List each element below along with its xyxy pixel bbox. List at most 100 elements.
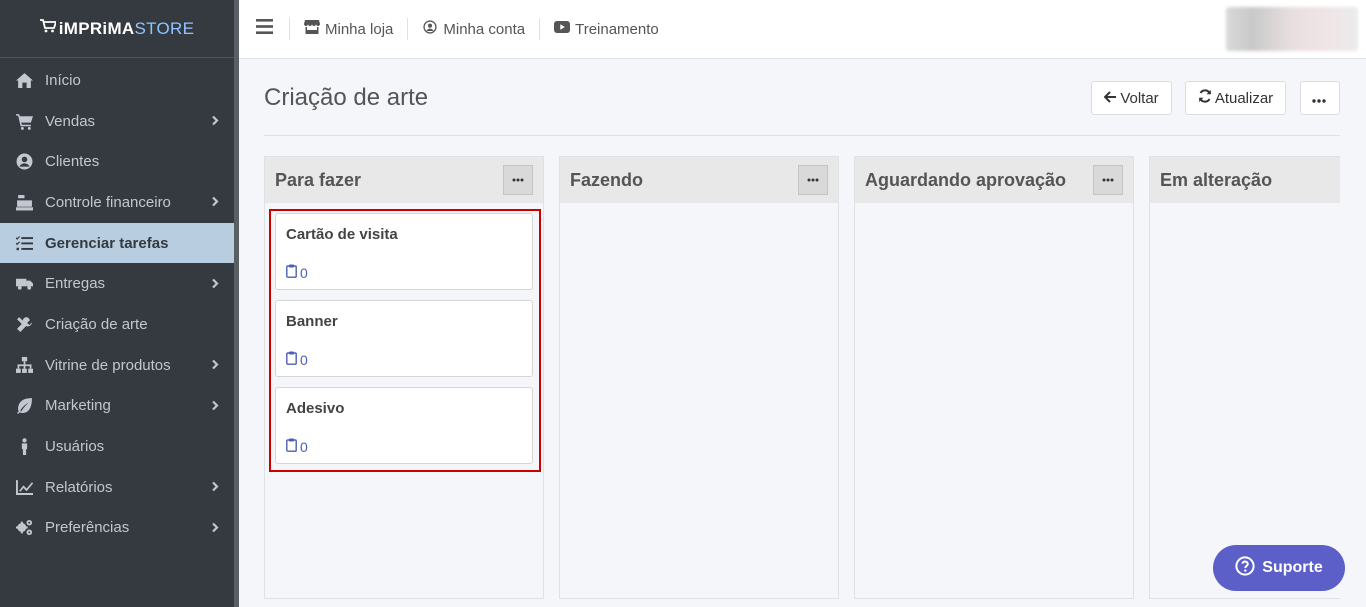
sidebar-item-label: Início: [45, 71, 81, 89]
column-menu-button[interactable]: [503, 165, 533, 195]
column-header: Para fazer: [265, 157, 543, 203]
task-card-count-value: 0: [300, 438, 308, 455]
column-header: Aguardando aprovação: [855, 157, 1133, 203]
task-card-title: Cartão de visita: [286, 226, 398, 243]
sidebar-item-clientes[interactable]: Clientes: [0, 141, 234, 182]
kanban-column-em-alteracao: Em alteração: [1149, 156, 1340, 599]
page-title: Criação de arte: [264, 84, 429, 111]
truck-icon: [14, 275, 34, 292]
chevron-right-icon: [210, 519, 220, 536]
sync-icon: [1198, 89, 1215, 107]
chevron-right-icon: [210, 397, 220, 414]
cash-register-icon: [14, 194, 34, 211]
chevron-right-icon: [210, 275, 220, 292]
task-card-count[interactable]: 0: [286, 351, 308, 368]
user-circle-icon: [422, 20, 443, 38]
sidebar-item-criacao-de-arte[interactable]: Criação de arte: [0, 304, 234, 345]
sidebar-edge: [234, 0, 239, 607]
ellipsis-icon: [807, 178, 819, 182]
task-card-count[interactable]: 0: [286, 438, 308, 455]
brand-suffix: STORE: [134, 18, 195, 38]
chevron-right-icon: [210, 194, 220, 211]
task-card[interactable]: Cartão de visita 0: [275, 213, 533, 290]
back-button-label: Voltar: [1120, 89, 1159, 107]
cart-icon: [14, 113, 34, 130]
column-header: Em alteração: [1150, 157, 1340, 203]
column-title: Fazendo: [570, 169, 644, 190]
chevron-right-icon: [210, 357, 220, 374]
topbar-link-label: Minha loja: [325, 20, 394, 38]
topbar-link-treinamento[interactable]: Treinamento: [539, 18, 673, 40]
topbar-link-minha-loja[interactable]: Minha loja: [289, 18, 407, 40]
task-card-title: Banner: [286, 313, 338, 330]
logo-cart-icon: [39, 19, 57, 38]
store-icon: [304, 20, 325, 38]
sidebar-item-label: Preferências: [45, 519, 130, 537]
tasks-icon: [14, 235, 34, 252]
ellipsis-icon: [512, 178, 524, 182]
sidebar-item-inicio[interactable]: Início: [0, 60, 234, 101]
task-card-title: Adesivo: [286, 400, 345, 417]
column-title: Aguardando aprovação: [865, 169, 1067, 190]
topbar-link-minha-conta[interactable]: Minha conta: [407, 18, 539, 40]
column-menu-button[interactable]: [798, 165, 828, 195]
task-card-count-value: 0: [300, 264, 308, 281]
brand-logo[interactable]: iMPRiMA STORE: [0, 0, 234, 58]
topbar-link-label: Minha conta: [443, 20, 526, 38]
chevron-right-icon: [210, 479, 220, 496]
support-button-label: Suporte: [1262, 559, 1323, 576]
sidebar-item-label: Gerenciar tarefas: [45, 234, 169, 252]
sidebar-item-label: Vitrine de produtos: [45, 356, 171, 374]
sidebar-item-marketing[interactable]: Marketing: [0, 386, 234, 427]
column-menu-button[interactable]: [1093, 165, 1123, 195]
more-options-button[interactable]: [1300, 81, 1340, 115]
sidebar-item-preferencias[interactable]: Preferências: [0, 508, 234, 549]
sidebar-item-entregas[interactable]: Entregas: [0, 263, 234, 304]
leaf-icon: [14, 397, 34, 415]
tools-icon: [14, 316, 34, 333]
refresh-button-label: Atualizar: [1214, 89, 1274, 107]
sidebar-item-label: Clientes: [45, 153, 100, 171]
kanban-column-aguardando-aprovacao: Aguardando aprovação: [854, 156, 1134, 599]
back-button[interactable]: Voltar: [1091, 81, 1172, 115]
question-circle-icon: [1235, 555, 1262, 581]
hamburger-icon: [255, 19, 273, 39]
sidebar-item-vitrine-de-produtos[interactable]: Vitrine de produtos: [0, 345, 234, 386]
task-card-count-value: 0: [300, 351, 308, 368]
cogs-icon: [14, 519, 34, 536]
sidebar-item-label: Criação de arte: [45, 315, 148, 333]
sidebar-nav: Início Vendas Clientes Controle financei…: [0, 58, 234, 548]
sidebar-item-label: Controle financeiro: [45, 193, 171, 211]
clipboard-icon: [286, 264, 300, 281]
sidebar-item-relatorios[interactable]: Relatórios: [0, 467, 234, 508]
sidebar-item-label: Usuários: [45, 438, 105, 456]
top-navbar: Minha loja Minha conta Treinamento: [239, 0, 1366, 59]
task-card-count[interactable]: 0: [286, 264, 308, 281]
brand-prefix: iMPRiMA: [58, 18, 135, 38]
person-icon: [14, 438, 34, 456]
chart-line-icon: [14, 479, 34, 496]
refresh-button[interactable]: Atualizar: [1185, 81, 1286, 115]
column-header: Fazendo: [560, 157, 838, 203]
sidebar: iMPRiMA STORE Início Vendas Clientes Cont…: [0, 0, 234, 607]
arrow-left-icon: [1103, 90, 1120, 107]
ellipsis-icon: [1102, 178, 1114, 182]
ellipsis-icon: [1311, 90, 1329, 107]
sidebar-item-label: Relatórios: [45, 478, 113, 496]
menu-toggle-button[interactable]: [239, 0, 289, 59]
sidebar-item-gerenciar-tarefas[interactable]: Gerenciar tarefas: [0, 222, 234, 264]
sidebar-item-usuarios[interactable]: Usuários: [0, 426, 234, 467]
sidebar-item-label: Vendas: [45, 112, 96, 130]
youtube-icon: [554, 20, 575, 38]
clipboard-icon: [286, 438, 300, 455]
sidebar-item-label: Marketing: [45, 397, 111, 415]
sidebar-item-vendas[interactable]: Vendas: [0, 101, 234, 142]
user-avatar[interactable]: [1226, 7, 1358, 51]
support-button[interactable]: Suporte: [1213, 545, 1345, 591]
sitemap-icon: [14, 356, 34, 374]
sidebar-item-label: Entregas: [45, 275, 106, 293]
task-card[interactable]: Adesivo 0: [275, 387, 533, 464]
sidebar-item-controle-financeiro[interactable]: Controle financeiro: [0, 182, 234, 223]
task-card[interactable]: Banner 0: [275, 300, 533, 377]
kanban-column-fazendo: Fazendo: [559, 156, 839, 599]
